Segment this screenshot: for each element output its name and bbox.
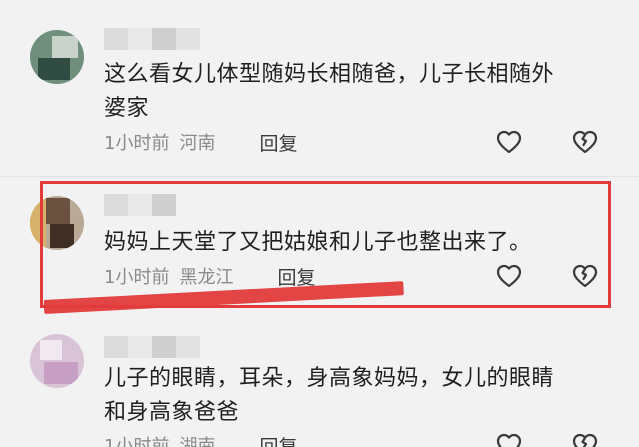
avatar[interactable] <box>30 196 84 250</box>
comment-meta: 1小时前 河南 回复 <box>104 128 297 156</box>
comments-screen: 这么看女儿体型随妈长相随爸，儿子长相随外 婆家 1小时前 河南 回复 妈妈上天堂… <box>0 0 639 447</box>
time-text: 1小时前 <box>104 267 170 288</box>
comment-line: 和身高象爸爸 <box>104 400 240 425</box>
mosaic-block <box>104 194 128 216</box>
reply-button[interactable]: 回复 <box>277 263 315 290</box>
comment-actions <box>495 128 605 158</box>
comment-line: 这么看女儿体型随妈长相随爸，儿子长相随外 <box>104 62 555 87</box>
location-text: 河南 <box>179 133 216 154</box>
username-mosaic <box>104 194 176 216</box>
comment-line: 婆家 <box>104 96 150 121</box>
username-mosaic <box>104 28 200 50</box>
heart-outline-icon[interactable] <box>495 128 523 156</box>
mosaic-block <box>104 336 128 358</box>
mosaic-block <box>152 28 176 50</box>
mosaic-block <box>104 28 128 50</box>
comment-actions <box>495 431 605 447</box>
avatar-shape <box>38 58 70 80</box>
comment-actions <box>495 262 605 292</box>
avatar[interactable] <box>30 30 84 84</box>
divider <box>0 176 639 177</box>
heart-outline-icon[interactable] <box>495 262 523 290</box>
avatar-shape <box>50 224 74 248</box>
location-text: 黑龙江 <box>179 267 234 288</box>
avatar[interactable] <box>30 334 84 388</box>
reply-button[interactable]: 回复 <box>259 129 297 156</box>
mosaic-block <box>128 28 152 50</box>
comment-text: 儿子的眼睛，耳朵，身高象妈妈，女儿的眼睛 和身高象爸爸 <box>104 362 624 430</box>
broken-heart-outline-icon[interactable] <box>571 128 599 156</box>
comment-text: 妈妈上天堂了又把姑娘和儿子也整出来了。 <box>104 226 624 260</box>
mosaic-block <box>128 336 152 358</box>
avatar-shape <box>30 196 46 250</box>
mosaic-block <box>176 336 200 358</box>
mosaic-block <box>128 194 152 216</box>
avatar-shape <box>46 198 70 224</box>
comment-line: 妈妈上天堂了又把姑娘和儿子也整出来了。 <box>104 230 532 255</box>
avatar-shape <box>52 36 78 58</box>
reply-button[interactable]: 回复 <box>259 432 297 447</box>
username-mosaic <box>104 336 224 358</box>
time-text: 1小时前 <box>104 133 170 154</box>
comment-meta: 1小时前 黑龙江 回复 <box>104 262 315 290</box>
mosaic-block <box>176 28 200 50</box>
time-text: 1小时前 <box>104 436 170 447</box>
mosaic-block <box>152 194 176 216</box>
location-text: 湖南 <box>179 436 216 447</box>
avatar-shape <box>44 362 78 384</box>
heart-outline-icon[interactable] <box>495 431 523 447</box>
mosaic-block <box>152 336 176 358</box>
broken-heart-outline-icon[interactable] <box>571 431 599 447</box>
avatar-shape <box>40 340 62 360</box>
comment-text: 这么看女儿体型随妈长相随爸，儿子长相随外 婆家 <box>104 58 624 126</box>
comment-line: 儿子的眼睛，耳朵，身高象妈妈，女儿的眼睛 <box>104 366 555 391</box>
broken-heart-outline-icon[interactable] <box>571 262 599 290</box>
comment-meta: 1小时前 湖南 回复 <box>104 431 297 447</box>
